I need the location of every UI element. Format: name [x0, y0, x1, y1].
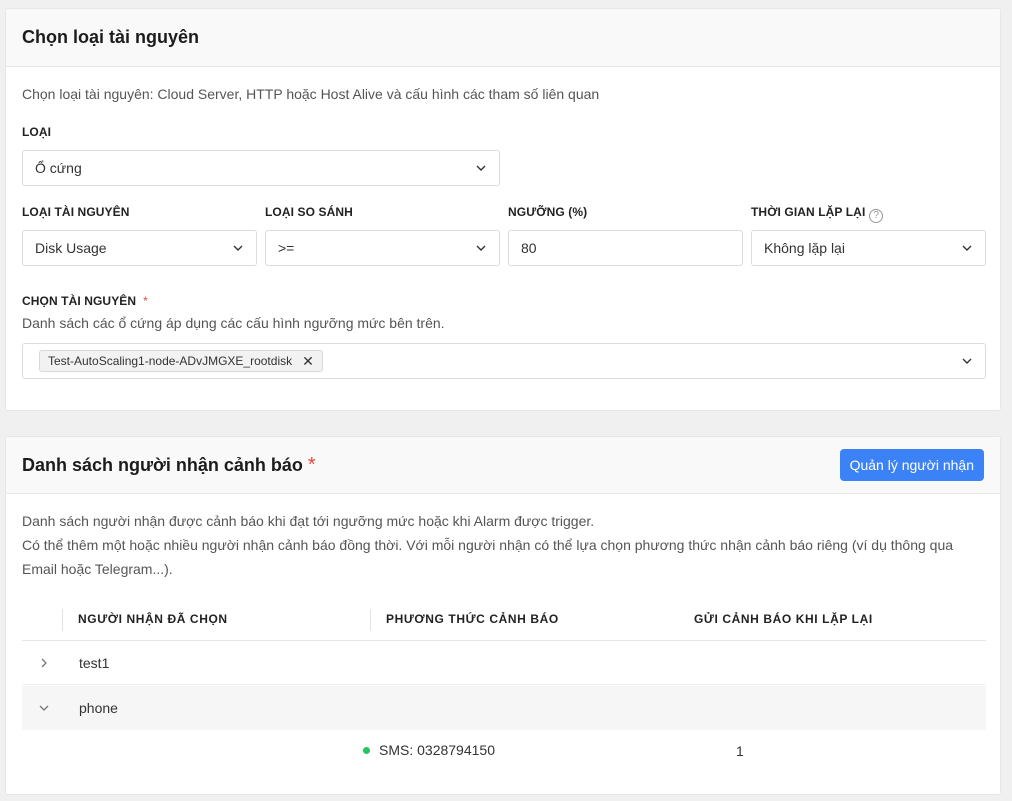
compare-select[interactable]: >= — [265, 230, 500, 266]
recipients-card-header: Danh sách người nhận cảnh báo * Quản lý n… — [6, 437, 1000, 494]
resource-tag: Test-AutoScaling1-node-ADvJMGXE_rootdisk… — [39, 350, 323, 372]
chevron-down-icon — [961, 242, 973, 254]
compare-label: LOẠI SO SÁNH — [265, 205, 353, 219]
type-label: LOẠI — [22, 125, 52, 139]
resource-card-header: Chọn loại tài nguyên — [6, 9, 1000, 67]
alert-method: SMS: 0328794150 — [363, 742, 495, 758]
resource-type-value: Disk Usage — [35, 240, 107, 256]
column-header-repeat: GỬI CẢNH BÁO KHI LẶP LẠI — [694, 612, 873, 626]
alert-method-text: SMS: 0328794150 — [379, 742, 495, 758]
resource-multiselect[interactable]: Test-AutoScaling1-node-ADvJMGXE_rootdisk… — [22, 343, 986, 379]
help-icon[interactable]: ? — [869, 208, 884, 223]
selected-tags: Test-AutoScaling1-node-ADvJMGXE_rootdisk… — [39, 350, 961, 372]
resource-card-title: Chọn loại tài nguyên — [22, 27, 200, 47]
threshold-input[interactable]: 80 — [508, 230, 743, 266]
recipients-table: NGƯỜI NHẬN ĐÃ CHỌN PHƯƠNG THỨC CẢNH BÁO … — [22, 597, 986, 797]
table-row[interactable]: phone — [22, 686, 986, 730]
select-resource-label-text: CHỌN TÀI NGUYÊN — [22, 294, 137, 308]
recipients-card: Danh sách người nhận cảnh báo * Quản lý n… — [5, 436, 1001, 795]
select-resource-label: CHỌN TÀI NGUYÊN * — [22, 294, 148, 308]
resource-type-select[interactable]: Disk Usage — [22, 230, 257, 266]
select-resource-hint: Danh sách các ổ cứng áp dụng các cấu hìn… — [22, 315, 445, 331]
type-select-value: Ổ cứng — [35, 160, 82, 176]
column-header-recipient: NGƯỜI NHẬN ĐÃ CHỌN — [78, 612, 228, 626]
chevron-down-icon — [475, 242, 487, 254]
recipients-title-text: Danh sách người nhận cảnh báo — [22, 454, 303, 475]
resource-card: Chọn loại tài nguyên Chọn loại tài nguyê… — [5, 8, 1001, 411]
required-mark: * — [143, 294, 148, 308]
recipients-description: Danh sách người nhận được cảnh báo khi đ… — [22, 509, 986, 581]
chevron-right-icon[interactable] — [36, 655, 52, 671]
repeat-label-text: THỜI GIAN LẶP LẠI — [751, 205, 866, 219]
column-divider — [62, 609, 63, 631]
status-dot-icon — [363, 747, 370, 754]
resource-type-label: LOẠI TÀI NGUYÊN — [22, 205, 130, 219]
recipient-name: phone — [79, 700, 118, 716]
threshold-value: 80 — [521, 240, 537, 256]
table-row[interactable]: test1 — [22, 641, 986, 685]
recipients-description-line1: Danh sách người nhận được cảnh báo khi đ… — [22, 513, 595, 529]
repeat-count: 1 — [736, 743, 744, 759]
close-icon[interactable]: ✕ — [302, 354, 314, 368]
chevron-down-icon — [961, 355, 973, 367]
table-header: NGƯỜI NHẬN ĐÃ CHỌN PHƯƠNG THỨC CẢNH BÁO … — [22, 597, 986, 641]
recipient-name: test1 — [79, 654, 110, 671]
chevron-down-icon[interactable] — [36, 700, 52, 716]
repeat-value: Không lặp lại — [764, 240, 845, 256]
expanded-detail-row: SMS: 0328794150 1 — [22, 730, 986, 780]
resource-card-description: Chọn loại tài nguyên: Cloud Server, HTTP… — [22, 86, 600, 102]
repeat-select[interactable]: Không lặp lại — [751, 230, 986, 266]
chevron-down-icon — [475, 162, 487, 174]
resource-tag-label: Test-AutoScaling1-node-ADvJMGXE_rootdisk — [48, 354, 293, 368]
repeat-label: THỜI GIAN LẶP LẠI? — [751, 205, 884, 223]
column-divider — [370, 609, 371, 631]
chevron-down-icon — [232, 242, 244, 254]
compare-value: >= — [278, 240, 295, 256]
threshold-label: NGƯỠNG (%) — [508, 205, 588, 219]
manage-recipients-button[interactable]: Quản lý người nhận — [839, 449, 984, 481]
recipients-card-title: Danh sách người nhận cảnh báo * — [22, 454, 316, 477]
required-mark: * — [307, 453, 316, 476]
column-header-method: PHƯƠNG THỨC CẢNH BÁO — [386, 612, 559, 626]
recipients-description-line2: Có thể thêm một hoặc nhiều người nhận cả… — [22, 537, 954, 577]
type-select[interactable]: Ổ cứng — [22, 150, 500, 186]
